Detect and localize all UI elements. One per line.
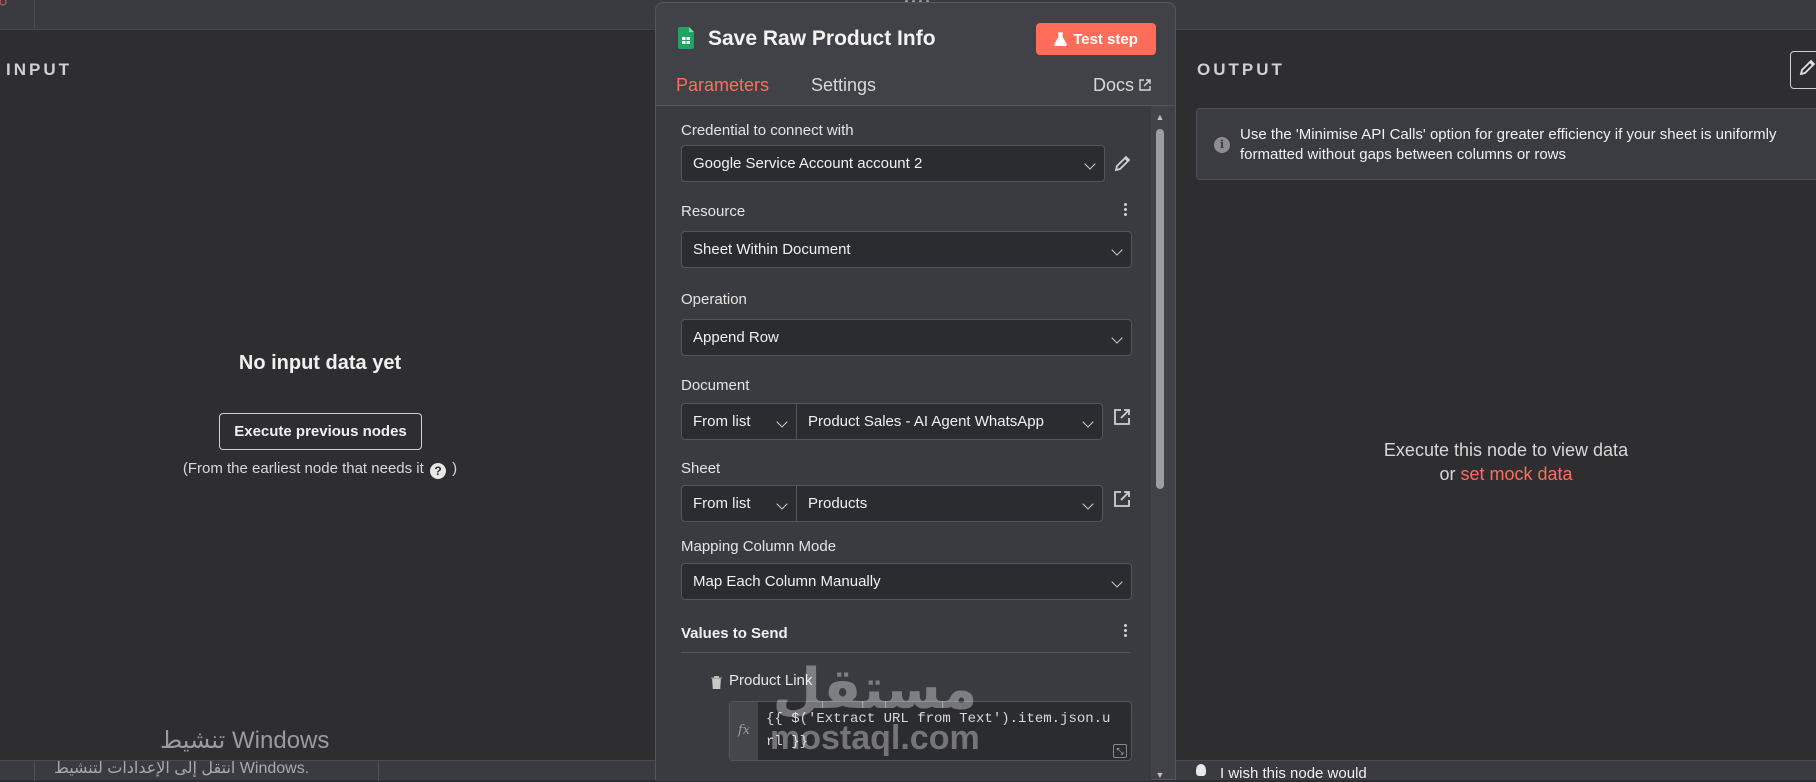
execute-previous-nodes-button[interactable]: Execute previous nodes [219, 413, 422, 450]
credential-value: Google Service Account account 2 [693, 155, 923, 172]
earliest-node-note: (From the earliest node that needs it ? … [0, 460, 640, 479]
info-icon: i [1214, 137, 1230, 153]
chevron-down-icon [1082, 498, 1094, 510]
sheet-select[interactable]: Products [796, 485, 1103, 522]
docs-label: Docs [1093, 75, 1135, 95]
notice-text: Use the 'Minimise API Calls' option for … [1240, 126, 1777, 163]
values-to-send-title: Values to Send [681, 625, 788, 642]
parameters-form: Credential to connect with Google Servic… [656, 106, 1151, 781]
feedback-text[interactable]: I wish this node would [1220, 765, 1367, 782]
chevron-down-icon [1111, 332, 1123, 344]
corner-icon [0, 0, 7, 6]
toolbar-divider [34, 761, 35, 781]
document-mode-value: From list [693, 413, 751, 430]
resource-value: Sheet Within Document [693, 241, 851, 258]
pencil-icon [1799, 59, 1816, 76]
chevron-down-icon [1082, 416, 1094, 428]
product-link-label: Product Link [729, 672, 813, 689]
document-value: Product Sales - AI Agent WhatsApp [808, 413, 1044, 430]
chevron-down-icon [776, 498, 788, 510]
resource-options-icon[interactable] [1124, 203, 1128, 218]
scroll-up-icon[interactable]: ▲ [1155, 113, 1165, 122]
sheet-mode-value: From list [693, 495, 751, 512]
node-title[interactable]: Save Raw Product Info [708, 27, 936, 51]
windows-activation-title: تنشيط Windows [160, 727, 330, 754]
flask-icon [1054, 32, 1067, 46]
tab-settings[interactable]: Settings [811, 75, 876, 96]
values-divider [681, 652, 1131, 653]
node-settings-panel: Save Raw Product Info Test step Paramete… [655, 2, 1176, 781]
product-link-expression-input[interactable]: fx {{ $('Extract URL from Text').item.js… [729, 701, 1132, 761]
document-label: Document [681, 377, 750, 394]
sheet-mode-select[interactable]: From list [681, 485, 797, 522]
resource-select[interactable]: Sheet Within Document [681, 231, 1132, 268]
credential-label: Credential to connect with [681, 122, 854, 139]
product-link-expression: {{ $('Extract URL from Text').item.json.… [766, 711, 1111, 750]
set-mock-data-link[interactable]: set mock data [1460, 464, 1572, 484]
credential-select[interactable]: Google Service Account account 2 [681, 145, 1105, 182]
expand-icon[interactable]: ⤡ [1113, 744, 1127, 758]
sheet-label: Sheet [681, 460, 721, 477]
parameters-scrollbar[interactable]: ▲ ▼ [1153, 109, 1167, 781]
scroll-thumb[interactable] [1156, 129, 1164, 489]
resource-label: Resource [681, 203, 746, 220]
document-select[interactable]: Product Sales - AI Agent WhatsApp [796, 403, 1103, 440]
mapping-mode-select[interactable]: Map Each Column Manually [681, 563, 1132, 600]
execute-or-text: or [1439, 464, 1456, 484]
external-link-icon [1139, 79, 1151, 91]
input-panel-title: INPUT [6, 60, 72, 79]
values-options-icon[interactable] [1124, 624, 1128, 639]
docs-link[interactable]: Docs [1093, 75, 1151, 96]
pencil-icon[interactable] [1114, 154, 1132, 172]
chevron-down-icon [1084, 158, 1096, 170]
operation-value: Append Row [693, 329, 779, 346]
chevron-down-icon [776, 416, 788, 428]
edit-output-button[interactable] [1790, 51, 1816, 89]
open-sheet-icon[interactable] [1113, 490, 1131, 508]
execute-message-line: Execute this node to view data [1383, 440, 1629, 460]
minimise-api-calls-notice: i Use the 'Minimise API Calls' option fo… [1196, 108, 1816, 180]
earliest-note-prefix: (From the earliest node that needs it [182, 460, 424, 477]
operation-label: Operation [681, 291, 747, 308]
execute-node-message: Execute this node to view data or set mo… [1196, 438, 1816, 486]
open-document-icon[interactable] [1113, 408, 1131, 426]
chevron-down-icon [1111, 244, 1123, 256]
fx-icon: fx [730, 702, 758, 760]
sheet-value: Products [808, 495, 868, 512]
feedback-bar: I wish this node would [1176, 760, 1816, 782]
question-icon[interactable]: ? [429, 463, 446, 479]
windows-activation-subtitle: انتقل إلى الإعدادات لتنشيط Windows. [54, 760, 310, 777]
mapping-mode-value: Map Each Column Manually [693, 573, 881, 590]
test-step-button[interactable]: Test step [1036, 23, 1156, 55]
trash-icon[interactable] [711, 676, 722, 689]
output-panel-title: OUTPUT [1197, 60, 1285, 79]
tab-parameters[interactable]: Parameters [676, 75, 769, 96]
top-bar-divider [34, 0, 35, 30]
toolbar-divider [378, 761, 379, 781]
scroll-down-icon[interactable]: ▼ [1155, 771, 1165, 780]
mapping-mode-label: Mapping Column Mode [681, 538, 837, 555]
lightbulb-icon [1196, 764, 1206, 776]
chevron-down-icon [1111, 576, 1123, 588]
document-mode-select[interactable]: From list [681, 403, 797, 440]
no-input-title: No input data yet [238, 352, 402, 374]
test-step-label: Test step [1073, 30, 1138, 48]
operation-select[interactable]: Append Row [681, 319, 1132, 356]
google-sheets-icon [678, 27, 694, 49]
earliest-note-suffix: ) [452, 460, 458, 477]
